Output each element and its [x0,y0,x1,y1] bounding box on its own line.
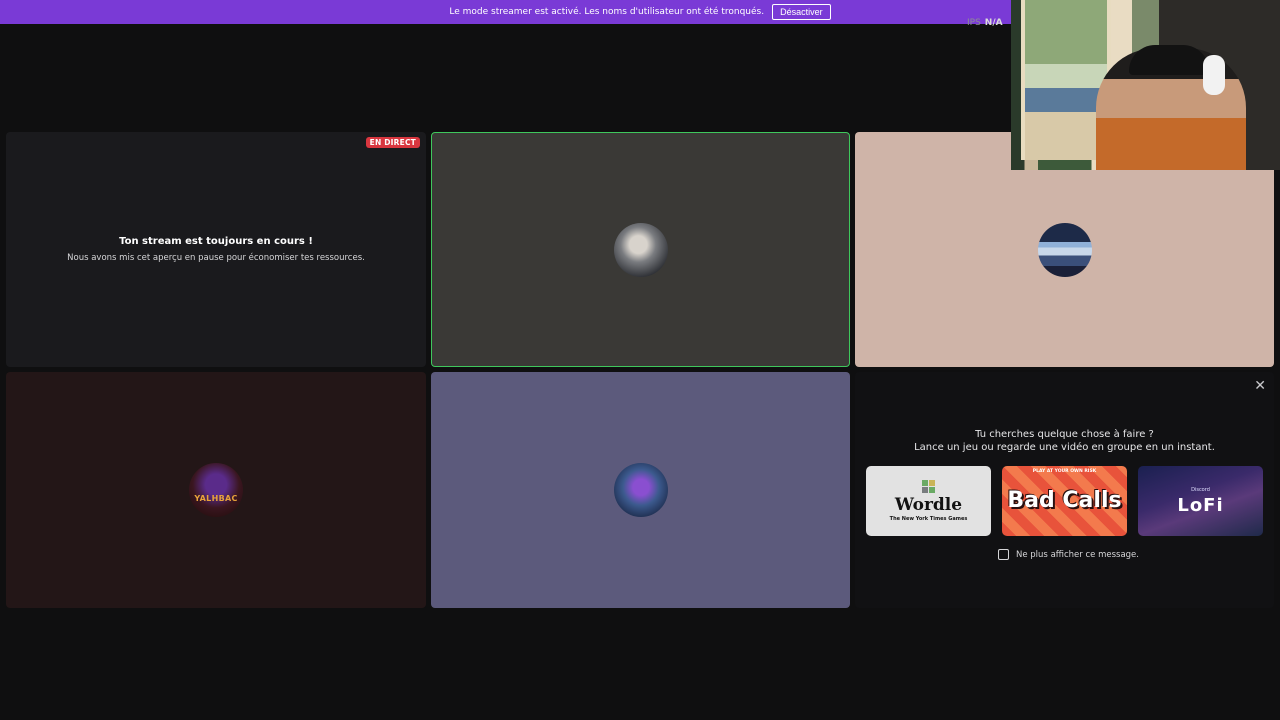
live-badge: EN DIRECT [365,137,420,148]
own-stream-tile[interactable]: EN DIRECT Ton stream est toujours en cou… [6,132,426,367]
activity-card-wordle[interactable]: Wordle The New York Times Games [866,466,991,536]
disable-streamer-mode-button[interactable]: Désactiver [772,4,831,20]
activity-card-name: LoFi [1177,494,1224,516]
stream-paused-subtitle: Nous avons mis cet aperçu en pause pour … [67,253,365,263]
fps-indicator: IPS N/A [967,18,1003,28]
participant-tile[interactable] [431,372,850,608]
dont-show-again-label: Ne plus afficher ce message. [1016,549,1139,560]
activity-card-top: PLAY AT YOUR OWN RISK [1032,469,1097,474]
webcam-cap [1129,45,1209,75]
webcam-overlay [1011,0,1280,170]
activity-card-bad-calls[interactable]: PLAY AT YOUR OWN RISK Bad Calls [1002,466,1127,536]
activity-card-name: Bad Calls [1007,488,1122,513]
participant-tile-speaking[interactable] [431,132,850,367]
activity-cards: Wordle The New York Times Games PLAY AT … [866,466,1263,536]
wordle-grid-icon [922,480,935,493]
activity-card-lofi[interactable]: Discord LoFi [1138,466,1263,536]
dont-show-again-row[interactable]: Ne plus afficher ce message. [998,549,1139,560]
close-icon[interactable]: ✕ [1254,378,1266,394]
participant-avatar: YALHBAC [189,463,243,517]
participant-avatar [1037,222,1092,277]
participant-avatar [613,463,668,517]
activity-card-sub: The New York Times Games [889,516,968,522]
webcam-headset [1203,55,1225,95]
dont-show-again-checkbox[interactable] [998,549,1009,560]
activity-card-name: Wordle [894,495,963,515]
activity-suggestion-panel: ✕ Tu cherches quelque chose à faire ? La… [855,372,1274,608]
fps-label: IPS [967,18,981,28]
fps-value: N/A [984,18,1003,28]
participant-tile[interactable]: YALHBAC [6,372,426,608]
banner-text: Le mode streamer est activé. Les noms d'… [449,7,765,17]
avatar-logo-text: YALHBAC [194,494,238,503]
stream-paused-title: Ton stream est toujours en cours ! [119,236,313,247]
activity-card-brand: Discord [1191,486,1210,493]
activity-prompt-title: Tu cherches quelque chose à faire ? [975,429,1154,440]
activity-prompt-subtitle: Lance un jeu ou regarde une vidéo en gro… [914,442,1215,453]
participant-avatar [613,222,668,277]
